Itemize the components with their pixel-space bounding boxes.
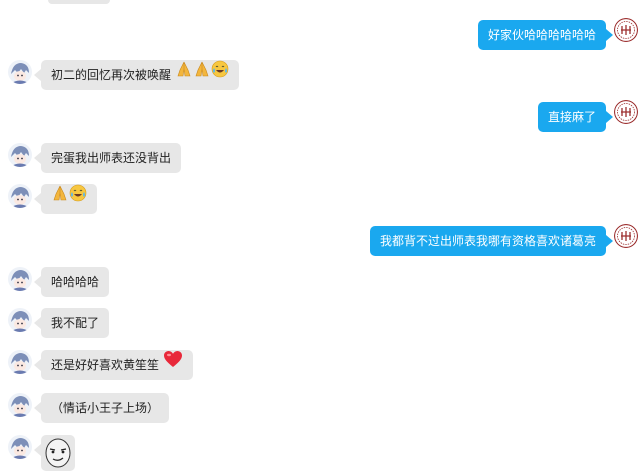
message-bubble-sticker[interactable] — [41, 435, 75, 471]
smirk-face-sticker — [45, 438, 71, 468]
bubble-tail — [34, 359, 41, 371]
anime-avatar-icon — [8, 308, 32, 332]
message-bubble-incoming[interactable]: （情话小王子上场） — [41, 393, 170, 423]
message-bubble-incoming[interactable] — [41, 184, 97, 214]
bubble-tail — [606, 111, 613, 123]
message-row-incoming — [0, 184, 640, 218]
message-row-incoming: 完蛋我出师表还没背出 — [0, 143, 640, 177]
self-avatar[interactable] — [614, 100, 638, 124]
anime-avatar-icon — [8, 184, 32, 208]
message-row-outgoing: 直接麻了 — [0, 100, 640, 136]
message-bubble-outgoing[interactable]: 好家伙哈哈哈哈哈哈 — [477, 20, 606, 50]
message-bubble-incoming[interactable]: 我不配了 — [41, 308, 110, 338]
message-row-incoming: 还是好好喜欢黄笙笙 — [0, 350, 640, 384]
bubble-tail — [606, 235, 613, 247]
chat-history[interactable]: 好家伙哈哈哈哈哈哈 初二的回忆再次被唤醒 直接麻了 完蛋我出师表还没背出 我都背… — [0, 0, 640, 471]
message-text: 好家伙哈哈哈哈哈哈 — [487, 28, 596, 42]
bubble-tail — [34, 444, 41, 456]
message-text: 直接麻了 — [547, 110, 596, 124]
red-heart-icon — [163, 349, 183, 379]
contact-avatar[interactable] — [8, 435, 32, 459]
message-text: （情话小王子上场） — [51, 401, 160, 415]
message-row-outgoing: 好家伙哈哈哈哈哈哈 — [0, 18, 640, 54]
contact-avatar[interactable] — [8, 393, 32, 417]
contact-avatar[interactable] — [8, 308, 32, 332]
message-text: 我都背不过出师表我哪有资格喜欢诸葛亮 — [379, 234, 596, 248]
anime-avatar-icon — [8, 393, 32, 417]
message-bubble-incoming[interactable]: 初二的回忆再次被唤醒 — [41, 60, 239, 90]
contact-avatar[interactable] — [8, 143, 32, 167]
message-row-incoming: 我不配了 — [0, 308, 640, 342]
anime-avatar-icon — [8, 60, 32, 84]
message-text: 还是好好喜欢黄笙笙 — [51, 358, 160, 372]
anime-avatar-icon — [8, 435, 32, 459]
anime-avatar-icon — [8, 350, 32, 374]
message-row-incoming: 哈哈哈哈 — [0, 267, 640, 301]
bubble-tail — [34, 152, 41, 164]
message-bubble-incoming[interactable]: 哈哈哈哈 — [41, 267, 110, 297]
message-text: 我不配了 — [51, 316, 100, 330]
message-bubble-outgoing[interactable]: 直接麻了 — [537, 102, 606, 132]
message-row-incoming: 初二的回忆再次被唤醒 — [0, 60, 640, 94]
bubble-tail — [34, 402, 41, 414]
seal-avatar-icon — [614, 100, 638, 124]
folded-hands-icon — [175, 59, 193, 89]
anime-avatar-icon — [8, 267, 32, 291]
contact-avatar[interactable] — [8, 350, 32, 374]
message-text: 初二的回忆再次被唤醒 — [51, 68, 172, 82]
seal-avatar-icon — [614, 18, 638, 42]
bubble-tail — [34, 276, 41, 288]
message-bubble-outgoing[interactable]: 我都背不过出师表我哪有资格喜欢诸葛亮 — [369, 226, 606, 256]
self-avatar[interactable] — [614, 224, 638, 248]
tears-of-joy-icon — [211, 59, 229, 89]
message-row-incoming: （情话小王子上场） — [0, 393, 640, 427]
contact-avatar[interactable] — [8, 267, 32, 291]
bubble-tail — [606, 29, 613, 41]
message-text: 哈哈哈哈 — [51, 275, 100, 289]
message-text: 完蛋我出师表还没背出 — [51, 151, 172, 165]
message-bubble-incoming[interactable]: 完蛋我出师表还没背出 — [41, 143, 182, 173]
tears-of-joy-icon — [69, 183, 87, 213]
contact-avatar[interactable] — [8, 60, 32, 84]
contact-avatar[interactable] — [8, 184, 32, 208]
message-row-outgoing: 我都背不过出师表我哪有资格喜欢诸葛亮 — [0, 224, 640, 260]
bubble-tail — [34, 193, 41, 205]
self-avatar[interactable] — [614, 18, 638, 42]
seal-avatar-icon — [614, 224, 638, 248]
bubble-tail — [34, 317, 41, 329]
message-row-incoming — [0, 435, 640, 471]
message-bubble-incoming[interactable]: 还是好好喜欢黄笙笙 — [41, 350, 193, 380]
bubble-tail — [34, 69, 41, 81]
folded-hands-icon — [51, 183, 69, 213]
anime-avatar-icon — [8, 143, 32, 167]
previous-message-bubble — [48, 0, 110, 4]
folded-hands-icon — [193, 59, 211, 89]
